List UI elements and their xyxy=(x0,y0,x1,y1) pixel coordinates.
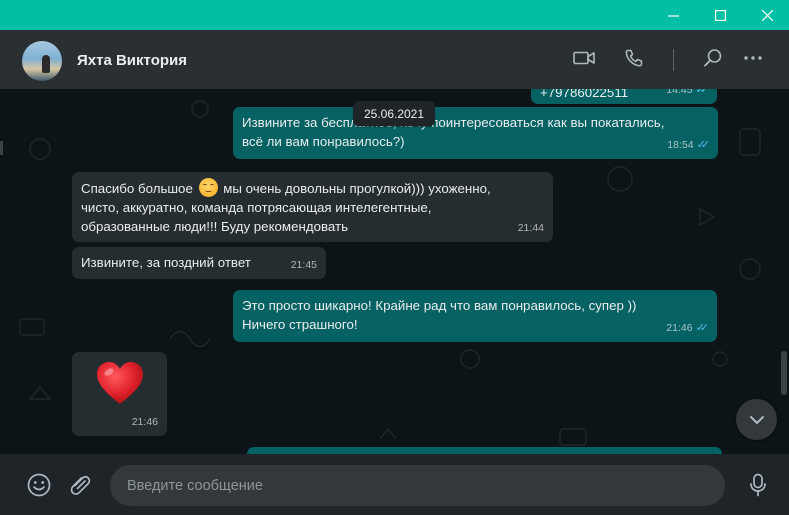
time-text: 21:46 xyxy=(666,322,693,334)
message-bubble-outgoing[interactable]: Извините за бесплатное, хочу поинтересов… xyxy=(233,107,718,159)
red-heart-emoji-icon xyxy=(96,362,143,404)
video-call-icon[interactable] xyxy=(570,44,598,72)
chat-header: Яхта Виктория xyxy=(0,30,789,89)
message-text-line: Это просто шикарно! Крайне рад что вам п… xyxy=(242,298,637,313)
time-text: 14:45 xyxy=(666,89,693,96)
time-text: 21:44 xyxy=(517,222,544,234)
message-input[interactable] xyxy=(110,465,725,506)
time-text: 18:54 xyxy=(667,139,694,151)
header-divider xyxy=(673,49,674,71)
message-bubble-incoming[interactable]: 21:46 xyxy=(72,352,167,436)
read-ticks-icon: ✓✓ xyxy=(696,139,711,151)
composer xyxy=(0,454,789,515)
close-icon[interactable] xyxy=(744,0,789,30)
time-text: 21:46 xyxy=(131,416,158,428)
voice-call-icon[interactable] xyxy=(620,44,648,72)
message-time: 18:54 ✓✓ xyxy=(667,136,711,155)
message-bubble-incoming[interactable]: Извините, за поздний ответ 21:45 xyxy=(72,247,326,279)
message-bubble-incoming[interactable]: Спасибо большое мы очень довольны прогул… xyxy=(72,172,553,242)
message-text-line: всё ли вам понравилось?) xyxy=(242,134,405,149)
scroll-marker xyxy=(0,141,3,155)
maximize-icon[interactable] xyxy=(697,0,743,30)
scrollbar-thumb[interactable] xyxy=(781,351,787,395)
window-title-bar xyxy=(0,0,789,30)
message-text-line: Ничего страшного! xyxy=(242,317,358,332)
message-bubble-outgoing[interactable] xyxy=(247,447,722,454)
message-text-line: чисто, аккуратно, команда потрясающая ин… xyxy=(81,200,432,215)
menu-icon[interactable] xyxy=(739,44,767,72)
message-list[interactable]: +79786022511 14:45 ✓✓ Извините за беспла… xyxy=(0,89,789,454)
message-bubble-outgoing[interactable]: Это просто шикарно! Крайне рад что вам п… xyxy=(233,290,717,342)
message-time: 21:46 ✓✓ xyxy=(666,319,710,338)
message-text-line: Извините за бесплатное, хочу поинтересов… xyxy=(242,115,665,130)
message-bubble-outgoing[interactable]: +79786022511 14:45 ✓✓ xyxy=(531,89,717,104)
contact-name[interactable]: Яхта Виктория xyxy=(77,52,187,69)
smiling-face-emoji-icon xyxy=(198,178,218,197)
avatar[interactable] xyxy=(22,41,62,81)
scroll-to-bottom-button[interactable] xyxy=(736,399,777,440)
chevron-down-icon xyxy=(749,415,764,424)
date-separator: 25.06.2021 xyxy=(353,101,435,126)
message-text-part: Спасибо большое xyxy=(81,181,193,196)
microphone-icon[interactable] xyxy=(744,471,772,499)
message-time: 21:45 xyxy=(291,256,317,275)
emoji-icon[interactable] xyxy=(25,471,53,499)
read-ticks-icon: ✓✓ xyxy=(695,322,710,334)
message-text: Извините, за поздний ответ xyxy=(81,255,251,270)
read-ticks-icon: ✓✓ xyxy=(695,89,710,96)
time-text: 21:45 xyxy=(290,259,317,271)
attach-icon[interactable] xyxy=(66,471,94,499)
message-text: +79786022511 xyxy=(540,89,629,100)
message-text-line: образованные люди!!! Буду рекомендовать xyxy=(81,219,349,234)
message-time: 21:46 xyxy=(132,413,158,432)
minimize-icon[interactable] xyxy=(650,0,696,30)
message-time: 14:45 ✓✓ xyxy=(666,89,710,100)
message-text-part: мы очень довольны прогулкой))) ухоженно, xyxy=(223,181,491,196)
search-icon[interactable] xyxy=(699,44,727,72)
message-time: 21:44 xyxy=(518,219,544,238)
